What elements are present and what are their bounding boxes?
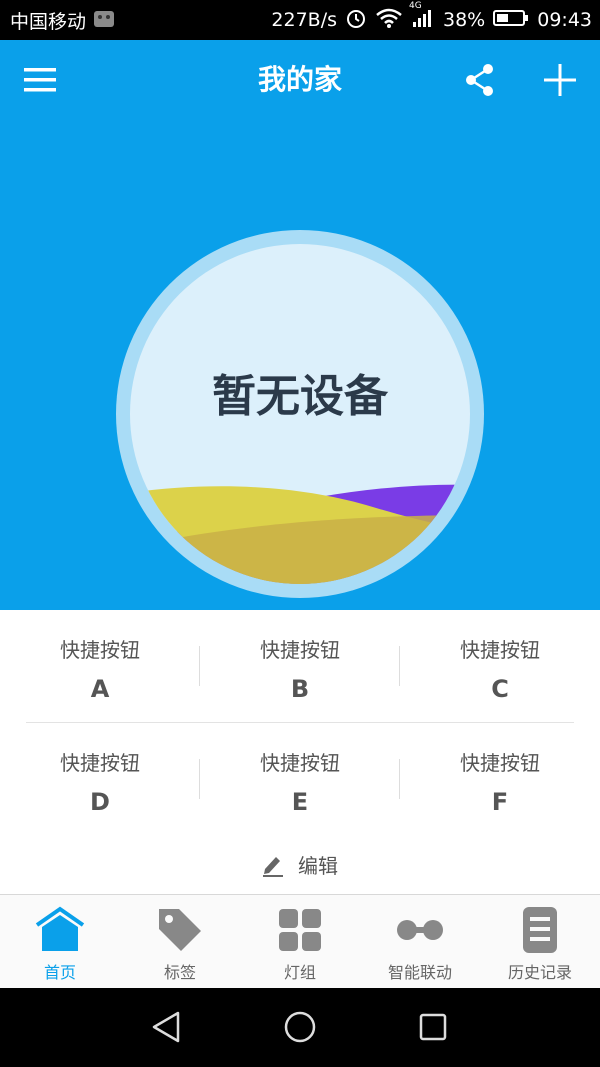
quick-button-b[interactable]: 快捷按钮 B (200, 634, 400, 703)
quick-button-letter: E (291, 788, 309, 816)
tab-light-groups[interactable]: 灯组 (240, 895, 360, 989)
edit-label: 编辑 (298, 854, 338, 878)
share-button[interactable] (456, 56, 504, 104)
divider (199, 646, 200, 686)
add-button[interactable] (536, 56, 584, 104)
tab-history[interactable]: 历史记录 (480, 895, 600, 989)
divider (399, 646, 400, 686)
tag-icon (159, 909, 201, 951)
quick-button-a[interactable]: 快捷按钮 A (0, 634, 200, 703)
clock: 09:43 (537, 9, 592, 31)
notification-app-icon (92, 7, 116, 34)
carrier-name: 中国移动 (10, 10, 87, 33)
network-type: 4G (409, 0, 422, 11)
tab-label: 灯组 (283, 963, 316, 982)
link-icon (397, 920, 443, 940)
quick-button-e[interactable]: 快捷按钮 E (200, 747, 400, 816)
divider (399, 759, 400, 799)
quick-button-label: 快捷按钮 (260, 638, 340, 662)
quick-button-letter: D (90, 788, 110, 816)
quick-button-f[interactable]: 快捷按钮 F (400, 747, 600, 816)
signal-icon: 4G (409, 1, 435, 34)
alarm-icon (345, 7, 367, 34)
history-icon (523, 907, 557, 953)
edit-button[interactable]: 编辑 (0, 850, 600, 879)
status-bar: 中国移动 227B/s 4G 38% 09:43 (0, 0, 600, 40)
battery-icon (493, 8, 529, 33)
home-icon (35, 906, 85, 951)
pencil-icon (263, 856, 283, 877)
quick-button-letter: A (90, 675, 110, 703)
tab-label: 首页 (43, 963, 76, 982)
quick-button-label: 快捷按钮 (460, 751, 540, 775)
quick-button-letter: F (491, 788, 509, 816)
grid-icon (279, 909, 321, 951)
recents-square-icon[interactable] (418, 1012, 448, 1042)
tab-tags[interactable]: 标签 (120, 895, 240, 989)
quick-button-label: 快捷按钮 (60, 751, 140, 775)
quick-button-c[interactable]: 快捷按钮 C (400, 634, 600, 703)
quick-button-letter: B (290, 675, 310, 703)
bottom-tab-bar: 首页 标签 灯组 智能联动 历史记录 (0, 894, 600, 989)
tab-label: 标签 (163, 963, 196, 982)
home-circle-icon[interactable] (283, 1010, 317, 1044)
plus-icon (544, 64, 576, 96)
quick-button-label: 快捷按钮 (60, 638, 140, 662)
empty-devices-text: 暂无设备 (212, 371, 388, 422)
system-nav-bar (0, 988, 600, 1067)
quick-button-label: 快捷按钮 (260, 751, 340, 775)
quick-button-letter: C (491, 675, 509, 703)
back-triangle-icon[interactable] (150, 1010, 182, 1044)
tab-label: 智能联动 (387, 963, 452, 982)
network-speed: 227B/s (271, 9, 337, 31)
page-title: 我的家 (257, 63, 342, 96)
share-icon (466, 64, 493, 96)
tab-home[interactable]: 首页 (0, 895, 120, 989)
battery-percent: 38% (443, 9, 486, 31)
tab-label: 历史记录 (507, 963, 572, 982)
wifi-icon (375, 7, 403, 34)
quick-button-d[interactable]: 快捷按钮 D (0, 747, 200, 816)
divider (199, 759, 200, 799)
quick-button-label: 快捷按钮 (460, 638, 540, 662)
tab-smart-link[interactable]: 智能联动 (360, 895, 480, 989)
divider (26, 722, 574, 723)
